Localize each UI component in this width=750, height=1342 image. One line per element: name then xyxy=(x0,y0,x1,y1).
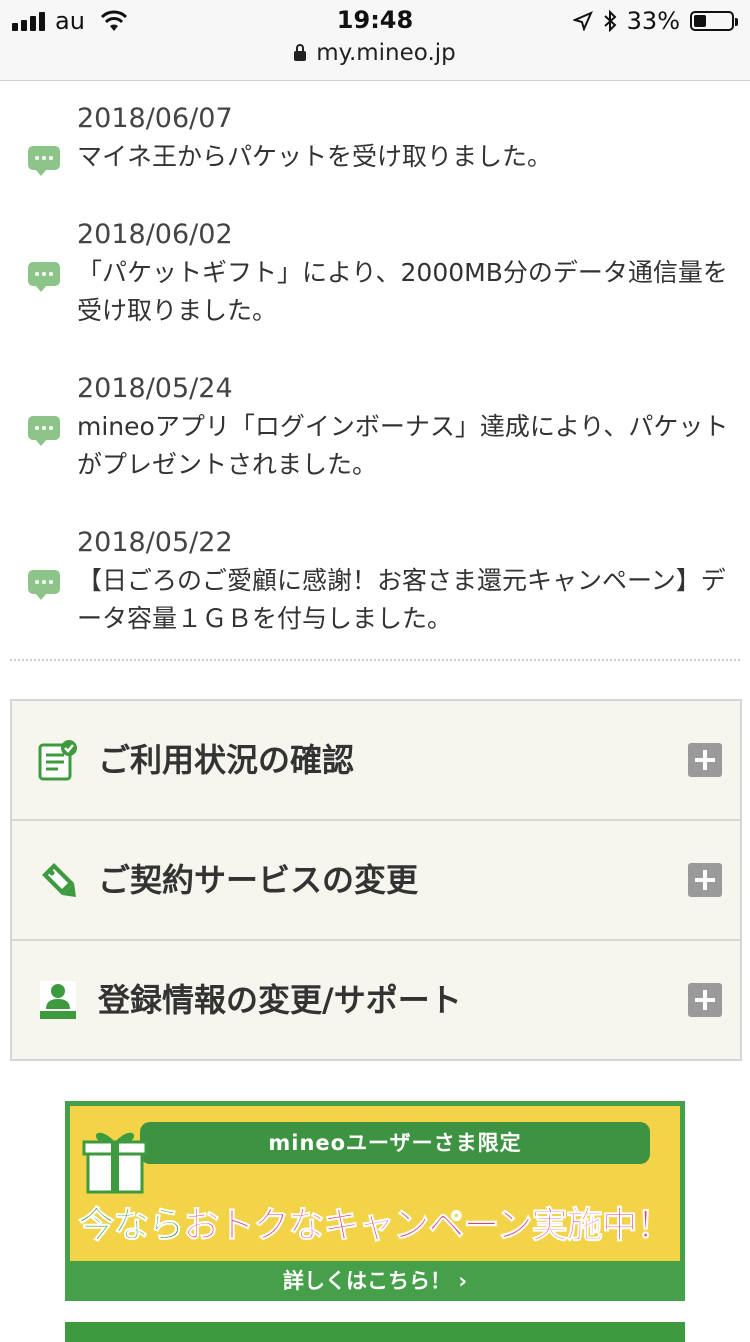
gift-box-icon xyxy=(82,1132,148,1194)
address-bar[interactable]: my.mineo.jp xyxy=(0,40,750,66)
news-date: 2018/05/22 xyxy=(77,527,233,558)
news-item: 2018/06/02 「パケットギフト」により、2000MB分のデータ通信量を受… xyxy=(0,216,750,330)
bluetooth-icon xyxy=(603,9,617,33)
news-text: マイネ王からパケットを受け取りました。 xyxy=(77,142,553,171)
message-bubble-icon xyxy=(28,262,60,292)
news-date: 2018/06/02 xyxy=(77,219,233,250)
second-banner-edge[interactable] xyxy=(65,1322,685,1342)
location-arrow-icon xyxy=(572,11,593,31)
menu-label: ご契約サービスの変更 xyxy=(98,861,419,899)
battery-icon xyxy=(690,11,738,31)
message-bubble-icon xyxy=(28,416,60,446)
news-text: mineoアプリ「ログインボーナス」達成により、パケットがプレゼントされました。 xyxy=(77,412,729,479)
banner-headline: 今ならおトクなキャンペーン実施中！ xyxy=(70,1196,680,1248)
news-date: 2018/05/24 xyxy=(77,373,233,404)
menu-item-contract[interactable]: ご契約サービスの変更 xyxy=(12,821,740,941)
menu-item-usage[interactable]: ご利用状況の確認 xyxy=(12,701,740,821)
message-bubble-icon xyxy=(28,146,60,176)
pencil-tag-icon xyxy=(42,863,76,897)
news-item: 2018/06/07 マイネ王からパケットを受け取りました。 xyxy=(0,100,750,176)
banner-ribbon: mineoユーザーさま限定 xyxy=(140,1122,650,1164)
message-bubble-icon xyxy=(28,570,60,600)
lock-icon xyxy=(294,44,307,61)
menu-item-registration[interactable]: 登録情報の変更/サポート xyxy=(12,941,740,1059)
dotted-divider xyxy=(10,659,740,661)
menu-label: ご利用状況の確認 xyxy=(98,741,355,779)
news-date: 2018/06/07 xyxy=(77,103,233,134)
menu-label: 登録情報の変更/サポート xyxy=(98,981,462,1019)
usage-checklist-icon xyxy=(38,740,77,781)
news-item: 2018/05/24 mineoアプリ「ログインボーナス」達成により、パケットが… xyxy=(0,370,750,484)
headline-part-a: 今なら xyxy=(78,1205,185,1247)
news-item: 2018/05/22 【日ごろのご愛顧に感謝！お客さま還元キャンペーン】データ容… xyxy=(0,524,750,638)
status-right: 33% xyxy=(572,6,738,36)
banner-details-link[interactable]: 詳しくはこちら！ › xyxy=(65,1265,685,1295)
news-text: 「パケットギフト」により、2000MB分のデータ通信量を受け取りました。 xyxy=(77,258,728,325)
account-menu: ご利用状況の確認 ご契約サービスの変更 登録情報の変更/サポート xyxy=(10,699,742,1061)
url-text: my.mineo.jp xyxy=(316,40,456,66)
person-desk-icon xyxy=(40,981,76,1019)
expand-plus-icon[interactable] xyxy=(688,983,722,1017)
status-bar: au 19:48 33% my.mineo.jp xyxy=(0,0,750,81)
headline-part-b: おトクなキャンペーン実施中！ xyxy=(183,1205,673,1247)
expand-plus-icon[interactable] xyxy=(688,863,722,897)
banner-body: mineoユーザーさま限定 今ならおトクなキャンペーン実施中！ xyxy=(70,1106,680,1261)
banner-ribbon-text: mineoユーザーさま限定 xyxy=(268,1131,522,1155)
battery-percent: 33% xyxy=(626,7,680,35)
news-text: 【日ごろのご愛顧に感謝！お客さま還元キャンペーン】データ容量１ＧＢを付与しました… xyxy=(77,566,726,633)
campaign-banner[interactable]: mineoユーザーさま限定 今ならおトクなキャンペーン実施中！ 詳しくはこちら！… xyxy=(65,1101,685,1301)
expand-plus-icon[interactable] xyxy=(688,743,722,777)
